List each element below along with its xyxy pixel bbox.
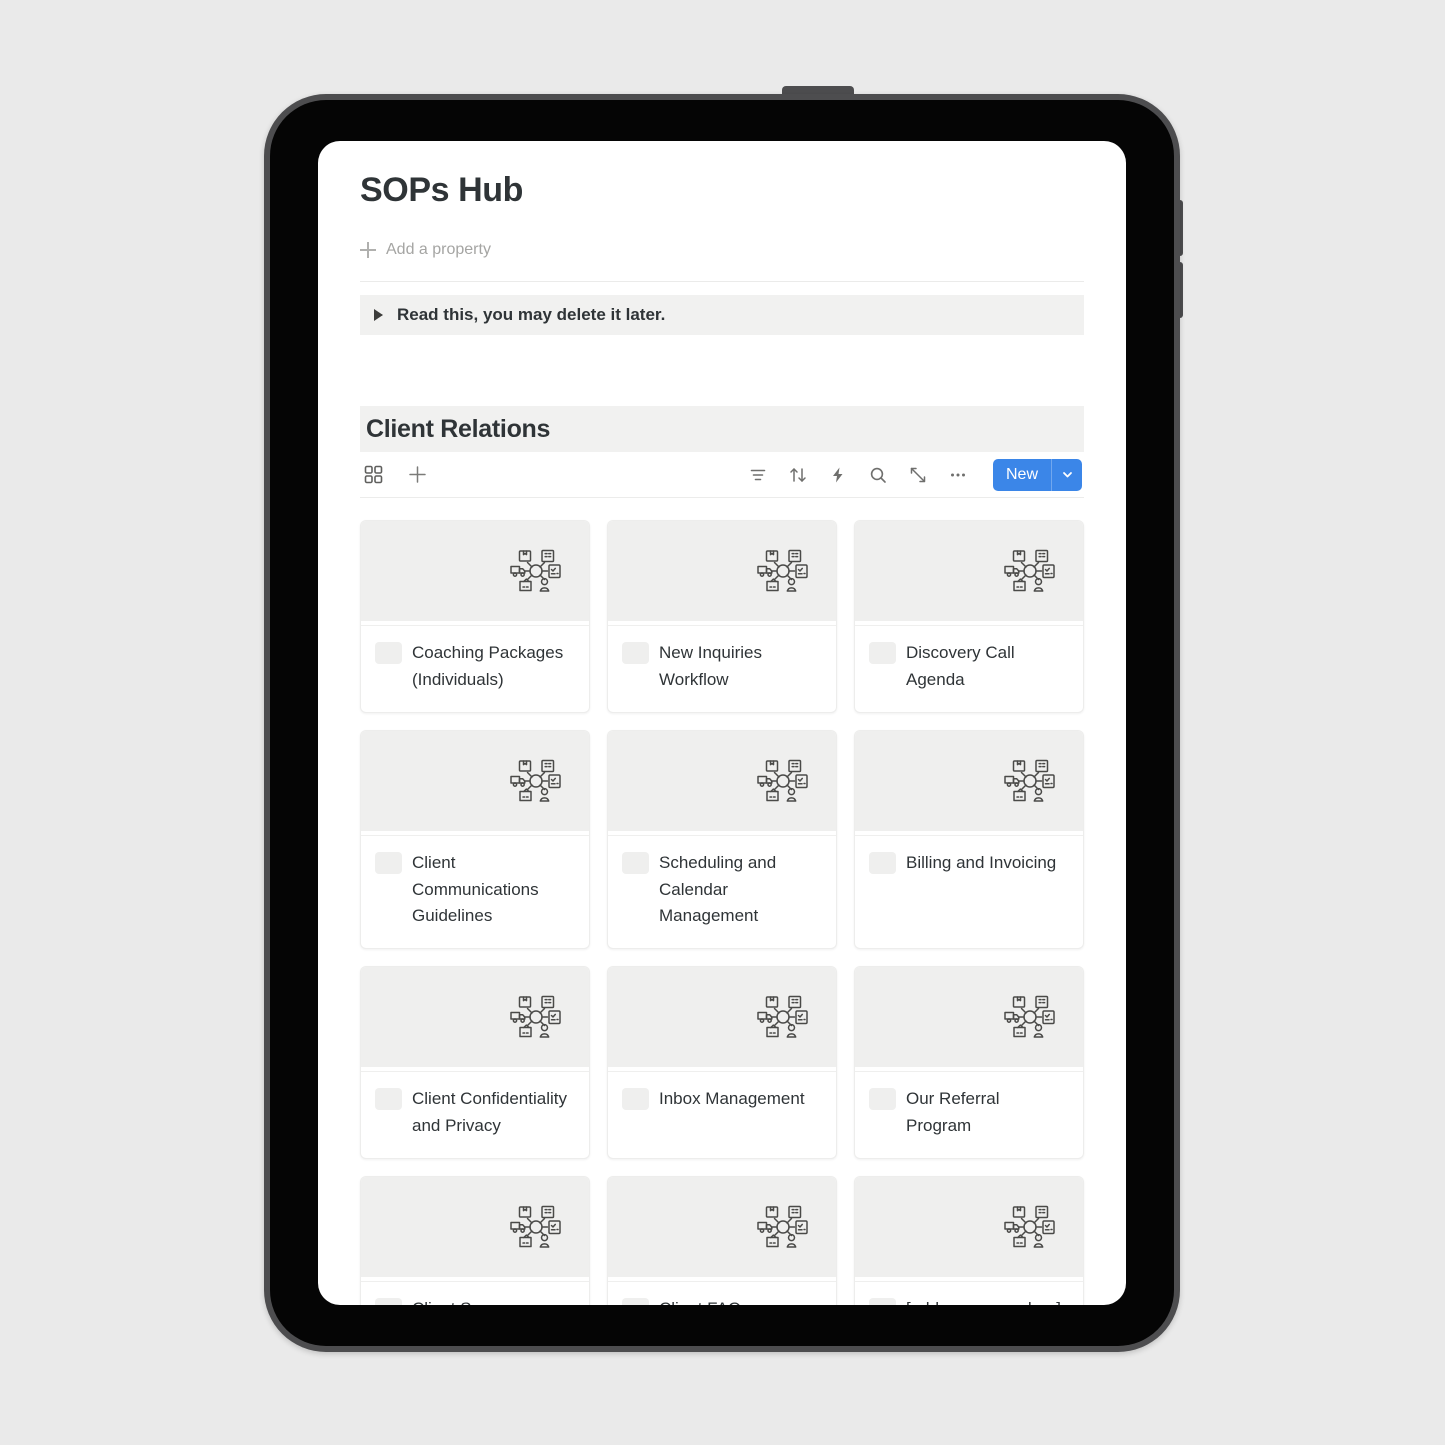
gallery-card[interactable]: Our Referral Program — [854, 966, 1084, 1160]
section-title: Client Relations — [366, 414, 551, 443]
gallery-card[interactable]: Client Success — [360, 1176, 590, 1305]
page-icon-placeholder — [375, 1298, 402, 1305]
gallery-card[interactable]: Client FAQs — [607, 1176, 837, 1305]
plus-icon — [360, 242, 376, 258]
supply-chain-network-icon — [361, 967, 589, 1072]
supply-chain-network-icon — [855, 521, 1083, 625]
new-button-group[interactable]: New — [992, 458, 1082, 491]
section-header: Client Relations — [360, 406, 1084, 452]
supply-chain-network-icon — [361, 730, 589, 835]
filter-icon[interactable] — [747, 464, 769, 486]
gallery-card-body: Our Referral Program — [855, 1071, 1083, 1158]
page-icon-placeholder — [622, 642, 649, 664]
toggle-block-label: Read this, you may delete it later. — [397, 305, 666, 324]
search-icon[interactable] — [867, 464, 889, 486]
page-icon-placeholder — [375, 642, 402, 664]
supply-chain-network-icon — [608, 521, 836, 625]
gallery-card-body: Client FAQs — [608, 1281, 836, 1305]
supply-chain-network-icon — [361, 1177, 589, 1282]
page-divider — [360, 281, 1084, 282]
supply-chain-network-icon — [855, 1177, 1083, 1282]
gallery-card-title: Client Success — [412, 1296, 524, 1305]
gallery-card-body: Billing and Invoicing — [855, 834, 1083, 949]
gallery-card-body: Coaching Packages (Individuals) — [361, 625, 589, 712]
gallery-card-body: Inbox Management — [608, 1071, 836, 1158]
gallery-card-title: Scheduling and Calendar Management — [659, 852, 777, 926]
page-icon-placeholder — [375, 851, 402, 874]
gallery-card-title: Our Referral Program — [906, 1089, 1000, 1136]
new-button[interactable]: New — [993, 458, 1052, 491]
automation-icon[interactable] — [827, 464, 849, 486]
gallery-card-title: New Inquiries Workflow — [659, 643, 762, 689]
chevron-right-icon[interactable] — [374, 309, 383, 321]
gallery-grid: Coaching Packages (Individuals) New Inqu… — [360, 520, 1084, 1305]
supply-chain-network-icon — [608, 1177, 836, 1282]
page-title: SOPs Hub — [360, 171, 524, 209]
database-toolbar: New — [360, 452, 1084, 498]
gallery-card[interactable]: [add new procedure] — [854, 1176, 1084, 1305]
gallery-card[interactable]: Coaching Packages (Individuals) — [360, 520, 590, 713]
supply-chain-network-icon — [855, 730, 1083, 835]
chevron-down-icon[interactable] — [1052, 459, 1082, 491]
toggle-block[interactable]: Read this, you may delete it later. — [360, 295, 1084, 335]
tablet-screen: SOPs Hub Add a property Read this, you m… — [318, 141, 1126, 1305]
gallery-card-body: [add new procedure] — [855, 1281, 1083, 1305]
gallery-card[interactable]: Client Communications Guidelines — [360, 729, 590, 950]
gallery-card-title: Billing and Invoicing — [906, 852, 1057, 872]
gallery-card-body: Client Confidentiality and Privacy — [361, 1071, 589, 1158]
more-options-icon[interactable] — [947, 464, 969, 486]
supply-chain-network-icon — [608, 730, 836, 835]
page-icon-placeholder — [622, 1088, 649, 1111]
sort-icon[interactable] — [787, 464, 809, 486]
gallery-card[interactable]: New Inquiries Workflow — [607, 520, 837, 713]
gallery-card-body: Discovery Call Agenda — [855, 625, 1083, 712]
gallery-card[interactable]: Inbox Management — [607, 966, 837, 1160]
supply-chain-network-icon — [361, 521, 589, 625]
gallery-card-title: Client Communications Guidelines — [412, 852, 539, 926]
notion-page: SOPs Hub Add a property Read this, you m… — [318, 141, 1126, 1305]
gallery-card[interactable]: Client Confidentiality and Privacy — [360, 966, 590, 1160]
page-icon-placeholder — [869, 1298, 896, 1305]
gallery-card[interactable]: Discovery Call Agenda — [854, 520, 1084, 713]
gallery-card-title: [add new procedure] — [906, 1296, 1061, 1305]
page-icon-placeholder — [869, 1088, 896, 1111]
page-icon-placeholder — [622, 851, 649, 874]
gallery-card[interactable]: Scheduling and Calendar Management — [607, 729, 837, 950]
gallery-card-title: Client Confidentiality and Privacy — [412, 1089, 567, 1136]
gallery-card-body: Scheduling and Calendar Management — [608, 834, 836, 949]
page-icon-placeholder — [869, 851, 896, 874]
add-view-icon[interactable] — [406, 464, 428, 486]
gallery-card-title: Inbox Management — [659, 1089, 805, 1109]
add-property-button[interactable]: Add a property — [360, 241, 1084, 259]
page-icon-placeholder — [622, 1298, 649, 1305]
supply-chain-network-icon — [855, 967, 1083, 1072]
gallery-card[interactable]: Billing and Invoicing — [854, 729, 1084, 950]
gallery-card-title: Coaching Packages (Individuals) — [412, 643, 564, 689]
page-icon-placeholder — [375, 1088, 402, 1111]
supply-chain-network-icon — [608, 967, 836, 1072]
gallery-card-body: Client Communications Guidelines — [361, 834, 589, 949]
gallery-card-title: Client FAQs — [659, 1296, 750, 1305]
page-icon-placeholder — [869, 642, 896, 664]
gallery-card-body: New Inquiries Workflow — [608, 625, 836, 712]
gallery-view-icon[interactable] — [362, 464, 384, 486]
gallery-card-title: Discovery Call Agenda — [906, 643, 1015, 689]
add-property-label: Add a property — [386, 241, 491, 258]
gallery-card-body: Client Success — [361, 1281, 589, 1305]
expand-icon[interactable] — [907, 464, 929, 486]
